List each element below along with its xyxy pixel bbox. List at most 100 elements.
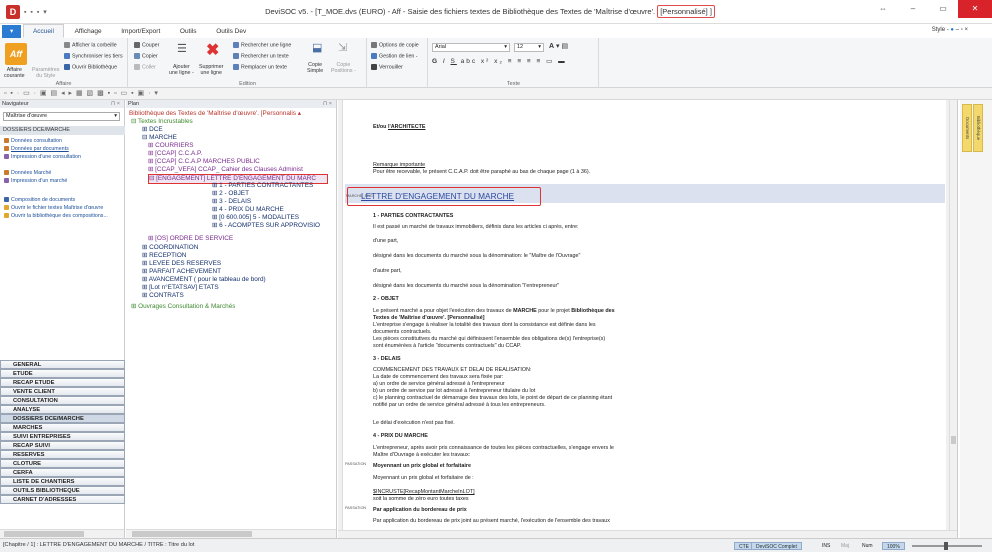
module-outils-bibliotheque[interactable]: OUTILS BIBLIOTHEQUE	[0, 486, 125, 495]
font-color-icon[interactable]: A ▾ ▤	[549, 42, 568, 50]
minimize-icon[interactable]: –	[898, 0, 928, 18]
options-copie-button[interactable]: Options de copie	[371, 42, 419, 48]
coller-button[interactable]: Coller	[134, 64, 156, 70]
module-reserves[interactable]: RESERVES	[0, 450, 125, 459]
document-hscrollbar[interactable]	[338, 530, 957, 538]
copier-button[interactable]: Copier	[134, 53, 158, 59]
plan-hscrollbar[interactable]	[126, 529, 336, 538]
affaire-icon[interactable]: Aff	[5, 43, 27, 65]
copie-positions-button[interactable]: Copie Positions -	[331, 62, 356, 74]
tree-contrats[interactable]: ⊞ CONTRATS	[142, 292, 184, 300]
document-vscrollbar[interactable]	[949, 100, 957, 538]
synchroniser-button[interactable]: Synchroniser les tiers	[64, 53, 123, 59]
side-tab-bibliotheque[interactable]: Bibliothèque	[973, 104, 983, 152]
module-analyse[interactable]: ANALYSE	[0, 405, 125, 414]
module-suivi-entreprises[interactable]: SUIVI ENTREPRISES	[0, 432, 125, 441]
tab-outils[interactable]: Outils	[171, 25, 206, 39]
tree-prix[interactable]: ⊞ 4 - PRIX DU MARCHE	[212, 206, 284, 214]
tree-ouvrages[interactable]: ⊞ Ouvrages Consultation & Marchés	[131, 303, 235, 311]
couper-button[interactable]: Couper	[134, 42, 159, 48]
format-toolbar[interactable]: G I S abc x² x₂ ≡ ≡ ≡ ≡ ▭ ▬	[432, 57, 567, 65]
zoom-slider-handle[interactable]	[944, 542, 948, 550]
tree-ordre-service[interactable]: ⊞ [OS] ORDRE DE SERVICE	[148, 235, 233, 243]
nav-link-impression-marche[interactable]: Impression d'un marché	[4, 178, 67, 184]
tree-acomptes[interactable]: ⊞ 6 - ACOMPTES SUR APPROVISIO	[212, 222, 330, 230]
tree-ccap[interactable]: ⊞ [CCAP] C.C.A.P.	[148, 150, 202, 158]
close-icon[interactable]: ✕	[958, 0, 992, 18]
pin-icon[interactable]: ⊓ ×	[323, 100, 332, 108]
ajouter-ligne-button[interactable]: Ajouter une ligne -	[169, 64, 194, 76]
module-consultation[interactable]: CONSULTATION	[0, 396, 125, 405]
tree-delais[interactable]: ⊞ 3 - DELAIS	[212, 198, 251, 206]
verrouiller-button[interactable]: Verrouiller	[371, 64, 403, 70]
tree-avancement[interactable]: ⊞ AVANCEMENT ( pour le tableau de bord)	[142, 276, 266, 284]
nav-link-donnees-documents[interactable]: Données par documents	[4, 146, 69, 152]
tab-affichage[interactable]: Affichage	[66, 25, 111, 39]
module-cloture[interactable]: CLOTURE	[0, 459, 125, 468]
tab-accueil[interactable]: Accueil	[22, 24, 64, 38]
supprimer-ligne-button[interactable]: Supprimer une ligne	[199, 64, 223, 76]
ouvrir-bibliotheque-button[interactable]: Ouvrir Bibliothèque	[64, 64, 117, 70]
pin-icon[interactable]: ⊓ ×	[111, 100, 120, 108]
nav-link-donnees-consultation[interactable]: Données consultation	[4, 138, 62, 144]
quick-toolbar[interactable]: ▫ ▪ · ▭ · ▣ ▤ ◂ ▸ ▦ ▧ ▩ ▪ ▫ ▭ ▪ ▣ · ▾	[0, 88, 992, 100]
copie-simple-button[interactable]: Copie Simple	[307, 62, 323, 74]
document-view[interactable]: Et/ou l'ARCHITECTE Remarque importante P…	[338, 100, 958, 538]
rechercher-texte-button[interactable]: Rechercher un texte	[233, 53, 289, 59]
nav-link-composition[interactable]: Composition de documents	[4, 197, 75, 203]
document-page[interactable]: Et/ou l'ARCHITECTE Remarque importante P…	[342, 100, 946, 538]
font-size-select[interactable]: 12 ▾	[514, 43, 544, 52]
zoom-value[interactable]: 100%	[882, 542, 905, 550]
tab-outils-dev[interactable]: Outils Dev	[207, 25, 255, 39]
tree-etats[interactable]: ⊞ [Lot n°ETATSAV] ETATS	[142, 284, 219, 292]
zoom-slider[interactable]	[912, 542, 982, 550]
tree-ccap-public[interactable]: ⊞ [CCAP] C.C.A.P MARCHES PUBLIC	[148, 158, 260, 166]
rechercher-ligne-button[interactable]: Rechercher une ligne	[233, 42, 291, 48]
module-dossiers-dce-marche[interactable]: DOSSIERS DCE/MARCHE	[0, 414, 125, 423]
tree-textes-incrustables[interactable]: ⊟ Textes Incrustables	[131, 118, 193, 126]
tree-modalites[interactable]: ⊞ [0 600.005] 5 - MODALITES	[212, 214, 299, 222]
tree-levee-reserves[interactable]: ⊞ LEVEE DES RESERVES	[142, 260, 221, 268]
tree-dce[interactable]: ⊞ DCE	[142, 126, 163, 134]
module-cerfa[interactable]: CERFA	[0, 468, 125, 477]
scroll-thumb[interactable]	[951, 436, 956, 444]
nav-link-donnees-marche[interactable]: Données Marché	[4, 170, 51, 176]
quick-access-toolbar[interactable]: ▪ ▪ ▪ ▾	[24, 8, 48, 16]
tree-coordination[interactable]: ⊞ COORDINATION	[142, 244, 198, 252]
side-tab-documents[interactable]: Documents	[962, 104, 972, 152]
navigator-hscrollbar[interactable]	[0, 529, 124, 538]
tab-import-export[interactable]: Import/Export	[112, 25, 169, 39]
scroll-thumb[interactable]	[132, 531, 252, 537]
font-select[interactable]: Arial ▾	[432, 43, 510, 52]
restore-arrows-icon[interactable]: ⇔	[868, 0, 898, 18]
tree-parfait-achevement[interactable]: ⊞ PARFAIT ACHEVEMENT	[142, 268, 221, 276]
navigator-select[interactable]: Maîtrise d'œuvre ▾	[3, 112, 120, 121]
module-liste-chantiers[interactable]: LISTE DE CHANTIERS	[0, 477, 125, 486]
tree-ccap-vefa[interactable]: ⊞ [CCAP_VEFA] CCAP_ Cahier des Clauses A…	[148, 166, 331, 174]
tree-courriers[interactable]: ⊞ COURRIERS	[148, 142, 194, 150]
module-recap-etude[interactable]: RECAP ETUDE	[0, 378, 125, 387]
module-general[interactable]: GENERAL	[0, 360, 125, 369]
module-vente-client[interactable]: VENTE CLIENT	[0, 387, 125, 396]
remplacer-texte-button[interactable]: Remplacer un texte	[233, 64, 287, 70]
affaire-courante-button[interactable]: Affaire courante	[4, 67, 25, 79]
nav-link-ouvrir-bibliotheque[interactable]: Ouvrir la bibliothèque des compositions.…	[4, 213, 108, 219]
maximize-icon[interactable]: ▭	[928, 0, 958, 18]
scroll-thumb[interactable]	[4, 531, 84, 537]
tree-root[interactable]: Bibliothèque des Textes de 'Maîtrise d'œ…	[129, 110, 331, 118]
file-menu-button[interactable]: ▾	[2, 25, 22, 38]
module-marches[interactable]: MARCHES	[0, 423, 125, 432]
tree-reception[interactable]: ⊞ RECEPTION	[142, 252, 186, 260]
module-carnet-adresses[interactable]: CARNET D'ADRESSES	[0, 495, 125, 504]
tree-objet[interactable]: ⊞ 2 - OBJET	[212, 190, 249, 198]
afficher-corbeille-button[interactable]: Afficher la corbeille	[64, 42, 117, 48]
app-logo-icon[interactable]: D	[6, 5, 20, 19]
parametres-style-button[interactable]: Paramètres du Style	[32, 67, 59, 79]
tree-parties[interactable]: ⊞ 1 - PARTIES CONTRACTANTES	[212, 182, 313, 190]
gestion-lien-button[interactable]: Gestion de lien -	[371, 53, 418, 59]
module-recap-suivi[interactable]: RECAP SUIVI	[0, 441, 125, 450]
tree-marche[interactable]: ⊟ MARCHE	[142, 134, 177, 142]
nav-link-ouvrir-fichier[interactable]: Ouvrir le fichier textes Maîtrise d'œuvr…	[4, 205, 103, 211]
style-menu[interactable]: Style - ● – ▫ ×	[932, 27, 968, 33]
module-etude[interactable]: ETUDE	[0, 369, 125, 378]
